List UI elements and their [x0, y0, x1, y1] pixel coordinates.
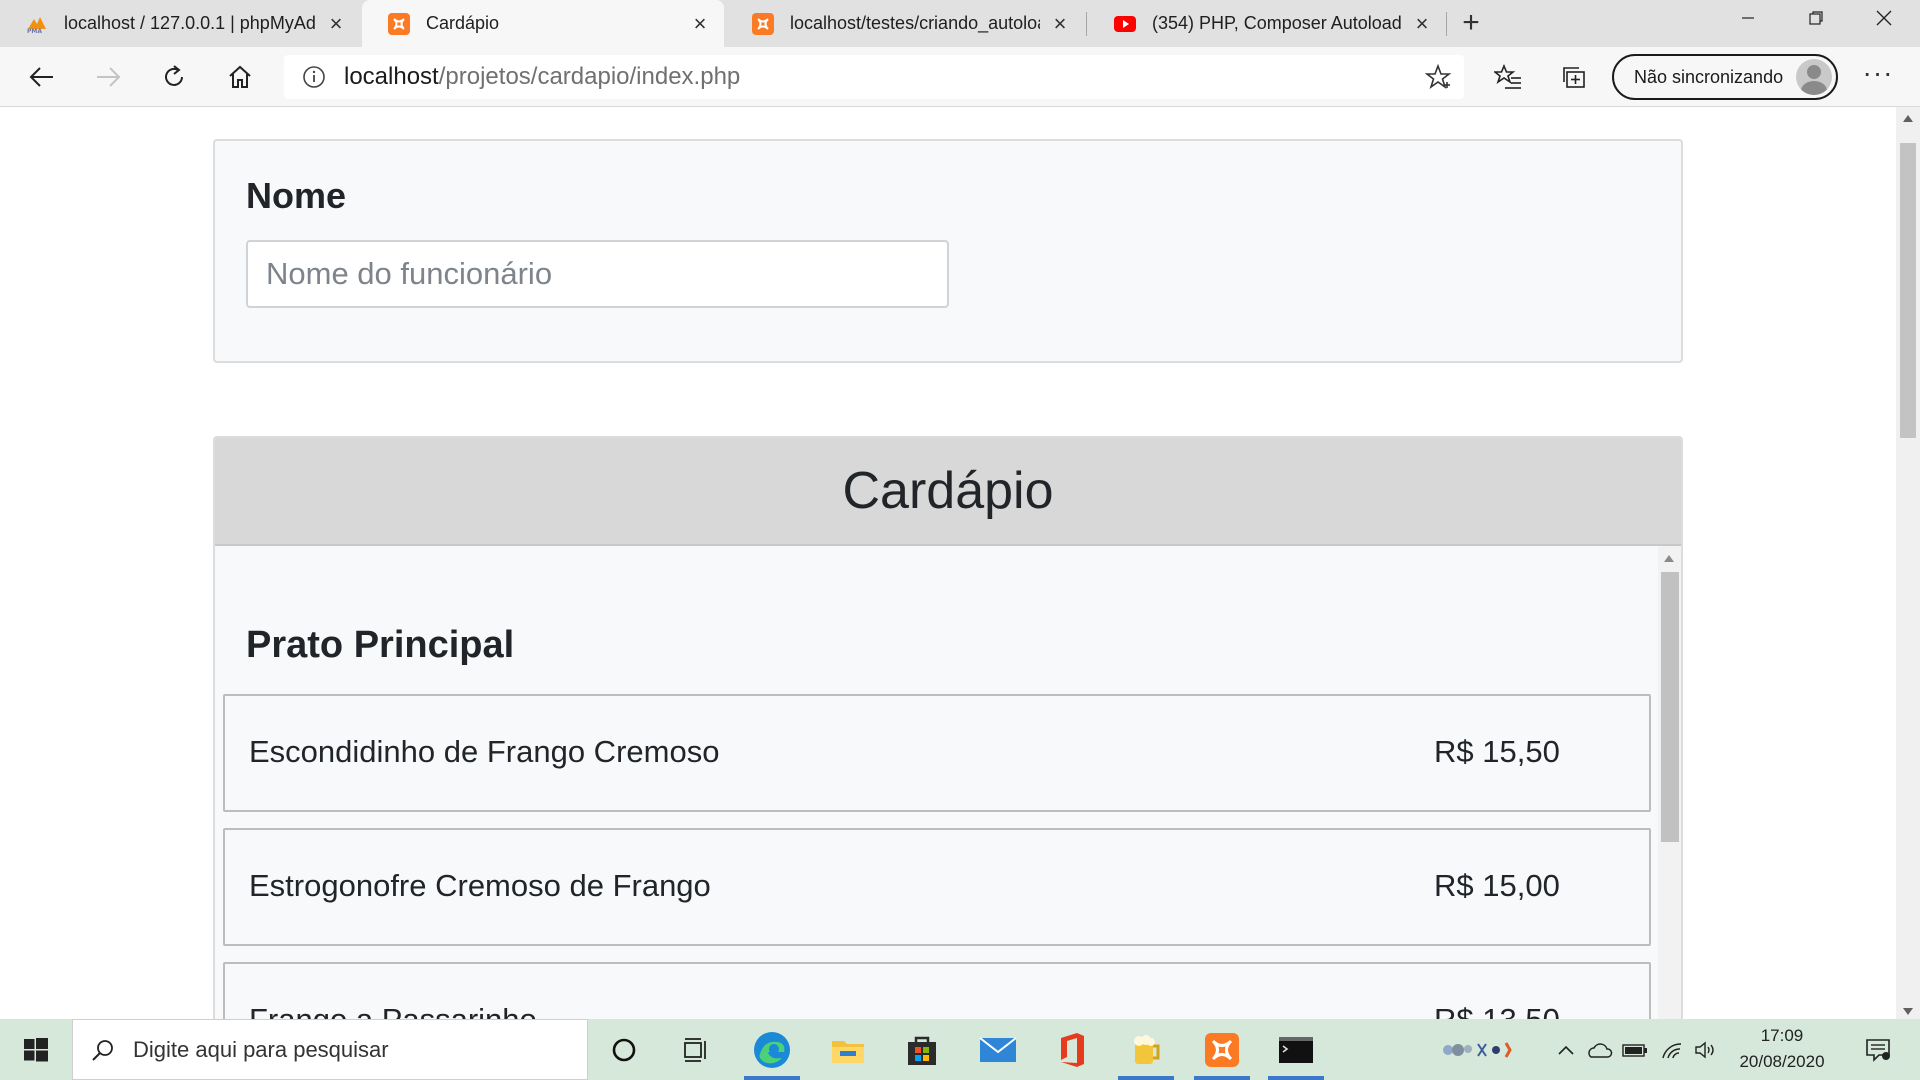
phpmyadmin-icon: PMA: [26, 13, 48, 35]
profile-sync-button[interactable]: Não sincronizando: [1612, 54, 1838, 100]
menu-item-price: R$ 15,50: [1434, 734, 1560, 769]
avatar-icon: [1796, 59, 1832, 95]
section-title: Prato Principal: [246, 624, 515, 666]
name-label: Nome: [246, 175, 347, 216]
battery-icon[interactable]: [1620, 1019, 1650, 1080]
xampp-control-icon[interactable]: [1186, 1019, 1258, 1080]
employee-name-card: Nome: [213, 139, 1683, 363]
beer-app-icon[interactable]: [1110, 1019, 1182, 1080]
menu-item[interactable]: Escondidinho de Frango Cremoso R$ 15,50: [223, 694, 1651, 812]
cortana-icon[interactable]: [588, 1019, 660, 1080]
mail-icon[interactable]: [962, 1019, 1034, 1080]
xampp-icon: [388, 12, 410, 35]
favorite-star-icon[interactable]: [1422, 61, 1454, 93]
edge-browser-icon[interactable]: [736, 1019, 808, 1080]
menu-scrollbar[interactable]: [1658, 546, 1681, 1019]
restore-icon[interactable]: [1782, 0, 1850, 36]
xampp-icon: [752, 12, 774, 35]
tab-separator: [1446, 12, 1447, 36]
task-view-icon[interactable]: [660, 1019, 732, 1080]
more-menu-icon[interactable]: ···: [1856, 55, 1900, 99]
menu-item-name: Escondidinho de Frango Cremoso: [249, 734, 720, 769]
show-hidden-icons-chevron-icon[interactable]: [1554, 1019, 1578, 1080]
minimize-icon[interactable]: [1714, 0, 1782, 36]
windows-start-icon[interactable]: [0, 1019, 72, 1080]
home-icon[interactable]: [218, 55, 262, 99]
browser-toolbar: localhost/projetos/cardapio/index.php Nã…: [0, 47, 1920, 107]
tab-separator: [1086, 12, 1087, 36]
url-path: /projetos/cardapio/index.php: [438, 63, 741, 90]
menu-item-name: Estrogonofre Cremoso de Frango: [249, 868, 711, 903]
scrollbar-thumb[interactable]: [1661, 572, 1679, 842]
site-info-icon[interactable]: [292, 55, 336, 99]
scrollbar-thumb[interactable]: [1900, 143, 1916, 438]
notification-center-icon[interactable]: [1848, 1019, 1908, 1080]
favorites-list-icon[interactable]: [1486, 55, 1530, 99]
taskbar-clock[interactable]: 17:09 20/08/2020: [1720, 1023, 1844, 1077]
tab-phpmyadmin[interactable]: PMA localhost / 127.0.0.1 | phpMyAdmin ×: [0, 0, 360, 47]
tab-title: (354) PHP, Composer Autoload e: [1152, 13, 1402, 33]
onedrive-cloud-icon[interactable]: [1584, 1019, 1614, 1080]
menu-list: Prato Principal Escondidinho de Frango C…: [215, 546, 1681, 1019]
tab-title: Cardápio: [426, 13, 500, 33]
tab-close-icon[interactable]: ×: [1050, 12, 1070, 34]
scroll-up-arrow-icon[interactable]: [1903, 115, 1913, 122]
svg-text:PMA: PMA: [27, 28, 42, 33]
menu-item[interactable]: Frango a Passarinho R$ 13,50: [223, 962, 1651, 1019]
tab-close-icon[interactable]: ×: [326, 12, 346, 34]
tab-close-icon[interactable]: ×: [1412, 12, 1432, 34]
browser-tab-strip: PMA localhost / 127.0.0.1 | phpMyAdmin ×…: [0, 0, 1920, 47]
menu-title: Cardápio: [215, 438, 1681, 546]
sync-status-label: Não sincronizando: [1634, 66, 1784, 87]
menu-item-price: R$ 15,00: [1434, 868, 1560, 903]
menu-item-name: Frango a Passarinho: [249, 1002, 537, 1019]
tray-apps-icon[interactable]: [1440, 1019, 1536, 1080]
menu-item-price: R$ 13,50: [1434, 1002, 1560, 1019]
forward-arrow-icon[interactable]: [86, 55, 130, 99]
search-placeholder: Digite aqui para pesquisar: [133, 1036, 389, 1062]
youtube-icon: [1114, 13, 1136, 35]
tab-title: localhost/testes/criando_autoload: [790, 13, 1040, 33]
terminal-icon[interactable]: [1260, 1019, 1332, 1080]
refresh-icon[interactable]: [152, 55, 196, 99]
scroll-down-arrow-icon[interactable]: [1903, 1008, 1913, 1015]
collections-icon[interactable]: [1552, 55, 1596, 99]
close-window-icon[interactable]: [1850, 0, 1918, 36]
windows-taskbar: Digite aqui para pesquisar 17:09 20/08/2…: [0, 1019, 1920, 1080]
volume-icon[interactable]: [1692, 1019, 1720, 1080]
tab-youtube[interactable]: (354) PHP, Composer Autoload e ×: [1088, 0, 1446, 47]
url-host: localhost: [344, 63, 439, 90]
clock-time: 17:09: [1760, 1026, 1804, 1045]
scroll-up-arrow-icon[interactable]: [1664, 555, 1674, 562]
office-icon[interactable]: [1036, 1019, 1108, 1080]
taskbar-search-box[interactable]: Digite aqui para pesquisar: [72, 1019, 588, 1080]
page-scrollbar[interactable]: [1896, 107, 1920, 1019]
employee-name-input[interactable]: [246, 240, 949, 308]
page-viewport: Nome Cardápio Prato Principal Escondidin…: [0, 107, 1920, 1019]
address-bar[interactable]: localhost/projetos/cardapio/index.php: [284, 55, 1464, 99]
search-icon: [73, 1019, 133, 1080]
tab-title: localhost / 127.0.0.1 | phpMyAdmin: [64, 13, 316, 33]
tab-cardapio[interactable]: Cardápio ×: [362, 0, 724, 47]
menu-card: Cardápio Prato Principal Escondidinho de…: [213, 436, 1683, 1019]
new-tab-plus-icon[interactable]: +: [1454, 6, 1488, 40]
back-arrow-icon[interactable]: [20, 55, 64, 99]
tab-criando-autoload[interactable]: localhost/testes/criando_autoload ×: [726, 0, 1084, 47]
menu-item[interactable]: Estrogonofre Cremoso de Frango R$ 15,00: [223, 828, 1651, 946]
tab-close-icon[interactable]: ×: [690, 12, 710, 34]
file-explorer-icon[interactable]: [812, 1019, 884, 1080]
wifi-icon[interactable]: [1658, 1019, 1688, 1080]
clock-date: 20/08/2020: [1739, 1052, 1825, 1071]
microsoft-store-icon[interactable]: [886, 1019, 958, 1080]
